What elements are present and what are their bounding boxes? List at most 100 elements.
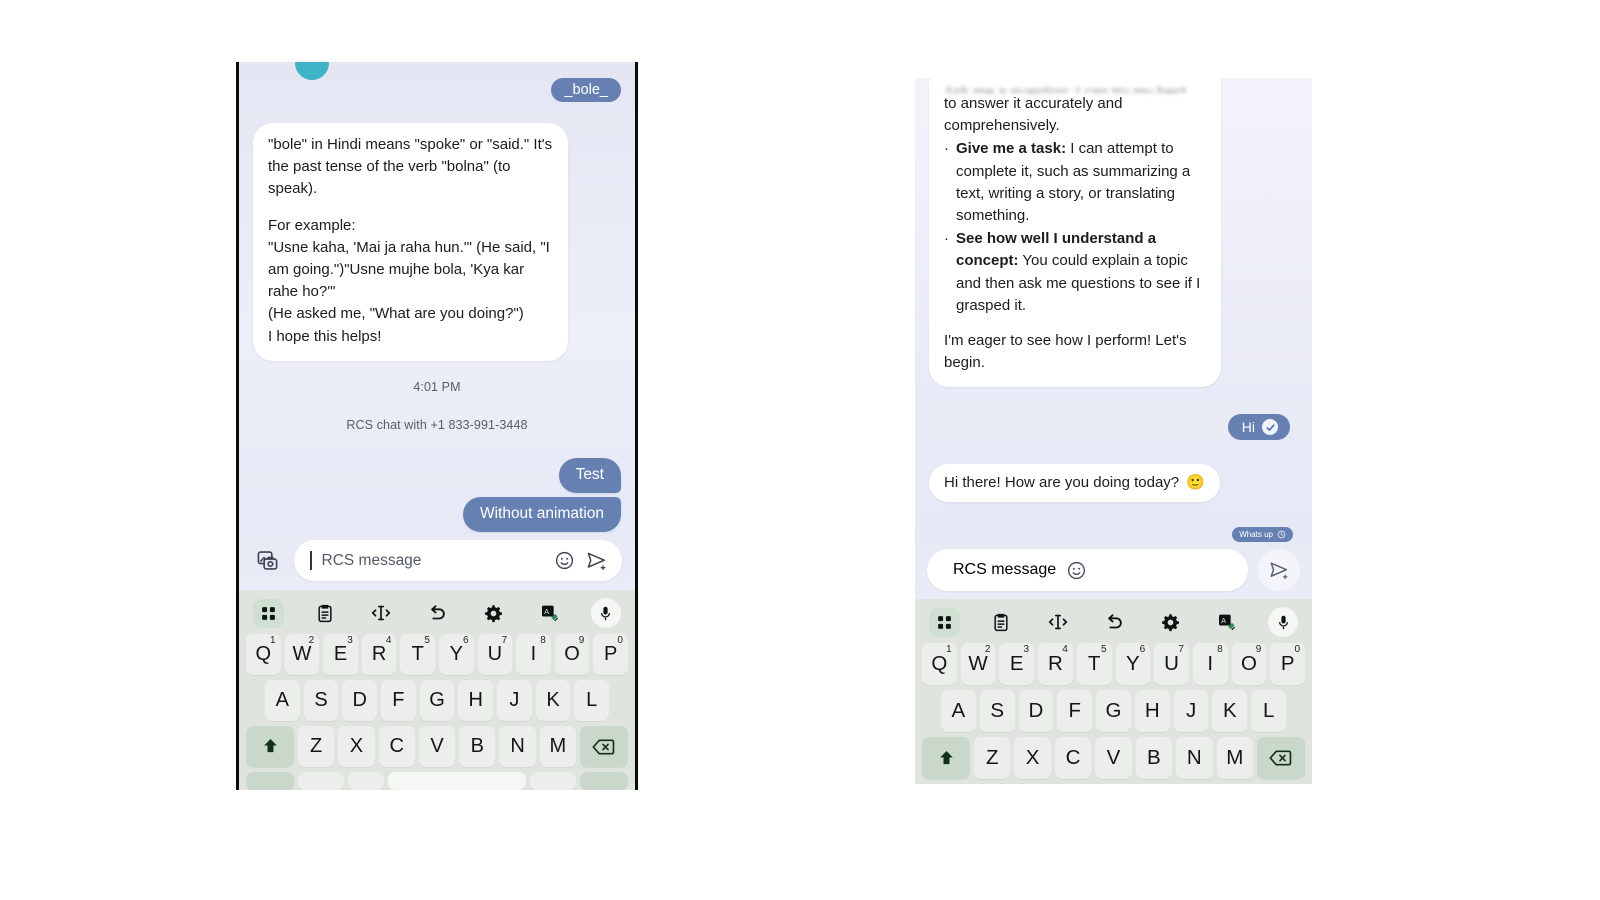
key-d[interactable]: D <box>1018 690 1054 732</box>
emoji-key[interactable] <box>348 772 384 790</box>
rcs-message-input[interactable]: RCS message <box>294 540 622 581</box>
key-j[interactable]: J <box>497 680 532 721</box>
key-h[interactable]: H <box>1134 690 1170 732</box>
key-o[interactable]: O9 <box>1231 643 1267 685</box>
key-x[interactable]: X <box>338 726 375 767</box>
key-t[interactable]: T5 <box>1076 643 1112 685</box>
comma-key[interactable] <box>298 772 344 790</box>
key-z[interactable]: Z <box>298 726 335 767</box>
key-v[interactable]: V <box>418 726 456 767</box>
key-r[interactable]: R4 <box>1038 643 1073 685</box>
left-composer[interactable]: RCS message <box>239 533 635 590</box>
key-a[interactable]: A <box>941 690 976 732</box>
keyboard-row-3[interactable]: Z X C V B N M <box>243 726 631 772</box>
period-key[interactable] <box>530 772 576 790</box>
keyboard-toolbar[interactable]: A <box>919 603 1308 643</box>
key-i[interactable]: I8 <box>516 634 551 675</box>
right-composer[interactable]: RCS message <box>915 543 1312 599</box>
sent-chip-bole[interactable]: _bole_ <box>551 78 621 102</box>
key-h[interactable]: H <box>458 680 494 721</box>
key-p[interactable]: P0 <box>1270 643 1306 685</box>
keyboard-row-1[interactable]: Q1 W2 E3 R4 T5 Y6 U7 I8 O9 P0 <box>919 643 1308 690</box>
message-row[interactable]: _bole_ <box>253 78 621 102</box>
received-bubble-greeting[interactable]: Hi there! How are you doing today? 🙂 <box>929 464 1220 503</box>
grid-apps-icon[interactable] <box>929 607 960 637</box>
send-rcs-icon[interactable] <box>585 549 608 572</box>
key-m[interactable]: M <box>1216 737 1253 779</box>
emoji-smiley-icon[interactable] <box>1066 560 1087 581</box>
emoji-smiley-icon[interactable] <box>554 550 575 571</box>
translate-icon[interactable]: A <box>535 599 566 628</box>
key-p[interactable]: P0 <box>593 634 628 675</box>
message-row[interactable]: Without animation <box>253 496 621 532</box>
key-s[interactable]: S <box>979 690 1015 732</box>
sent-bubble-test[interactable]: Test <box>558 457 621 493</box>
symbols-key[interactable] <box>246 772 294 790</box>
translate-icon[interactable]: A <box>1212 608 1243 637</box>
clipboard-icon[interactable] <box>309 599 340 628</box>
text-cursor-icon[interactable] <box>366 599 397 628</box>
microphone-icon[interactable] <box>1268 607 1298 637</box>
key-l[interactable]: L <box>574 680 610 721</box>
keyboard-toolbar[interactable]: A <box>243 594 631 634</box>
key-r[interactable]: R4 <box>361 634 397 675</box>
space-key[interactable] <box>388 772 526 790</box>
key-f[interactable]: F <box>1057 690 1093 732</box>
backspace-icon[interactable] <box>579 726 628 767</box>
key-w[interactable]: W2 <box>960 643 996 685</box>
key-x[interactable]: X <box>1014 737 1051 779</box>
key-e[interactable]: E3 <box>323 634 358 675</box>
enter-key[interactable] <box>580 772 628 790</box>
shift-up-icon[interactable] <box>246 726 294 767</box>
key-k[interactable]: K <box>1212 690 1248 732</box>
key-v[interactable]: V <box>1095 737 1132 779</box>
right-keyboard[interactable]: A Q1 W2 E3 R4 T 5 Y 6 U 7 I 8 O 9 P 0 A … <box>915 599 1312 784</box>
key-b[interactable]: B <box>459 726 496 767</box>
message-row[interactable]: "bole" in Hindi means "spoke" or "said."… <box>253 123 621 361</box>
key-q[interactable]: Q1 <box>246 634 281 675</box>
key-y[interactable]: Y6 <box>1115 643 1151 685</box>
key-a[interactable]: A <box>265 680 300 721</box>
key-b[interactable]: B <box>1135 737 1173 779</box>
text-cursor-icon[interactable] <box>1042 608 1073 637</box>
keyboard-row-2[interactable]: A S D F G H J K L <box>243 680 631 726</box>
clipboard-icon[interactable] <box>986 608 1017 637</box>
key-q[interactable]: Q1 <box>922 643 957 685</box>
key-k[interactable]: K <box>535 680 571 721</box>
key-n[interactable]: N <box>1176 737 1213 779</box>
sent-chip-whats-up[interactable]: Whats up <box>1232 527 1293 543</box>
key-c[interactable]: C <box>378 726 415 767</box>
key-l[interactable]: L <box>1251 690 1287 732</box>
microphone-icon[interactable] <box>590 598 621 628</box>
rcs-message-input[interactable]: RCS message <box>927 549 1248 591</box>
key-e[interactable]: E3 <box>999 643 1035 685</box>
key-g[interactable]: G <box>419 680 455 721</box>
received-bubble-bole-definition[interactable]: "bole" in Hindi means "spoke" or "said."… <box>253 123 568 361</box>
message-row[interactable]: Whats up <box>929 527 1298 543</box>
message-row[interactable]: Ask me a question: I can try my best to … <box>929 78 1298 388</box>
right-conversation[interactable]: Ask me a question: I can try my best to … <box>915 78 1312 543</box>
key-j[interactable]: J <box>1173 690 1209 732</box>
key-o[interactable]: O9 <box>554 634 590 675</box>
key-z[interactable]: Z <box>974 737 1011 779</box>
undo-icon[interactable] <box>1099 608 1130 637</box>
shift-up-icon[interactable] <box>922 737 970 779</box>
backspace-icon[interactable] <box>1256 737 1305 779</box>
key-u[interactable]: U7 <box>1154 643 1189 685</box>
key-g[interactable]: G <box>1096 690 1131 732</box>
key-u[interactable]: U7 <box>477 634 513 675</box>
keyboard-row-1[interactable]: Q1 W2 E3 R4 T5 Y6 U7 I8 O9 P0 <box>243 634 631 680</box>
key-f[interactable]: F <box>381 680 416 721</box>
left-conversation[interactable]: _bole_ "bole" in Hindi means "spoke" or … <box>239 62 635 533</box>
key-s[interactable]: S <box>303 680 339 721</box>
received-bubble-capabilities[interactable]: Ask me a question: I can try my best to … <box>929 78 1221 388</box>
key-i[interactable]: I8 <box>1192 643 1228 685</box>
key-n[interactable]: N <box>499 726 536 767</box>
sent-bubble-without-animation[interactable]: Without animation <box>462 496 621 532</box>
image-gallery-icon[interactable] <box>252 546 282 576</box>
keyboard-row-3[interactable]: Z X C V B N M <box>919 737 1308 784</box>
sent-bubble-hi[interactable]: Hi <box>1227 414 1290 441</box>
keyboard-row-2[interactable]: A S D F G H J K L <box>919 690 1308 737</box>
key-d[interactable]: D <box>342 680 378 721</box>
keyboard-row-4-partial[interactable] <box>243 772 631 790</box>
